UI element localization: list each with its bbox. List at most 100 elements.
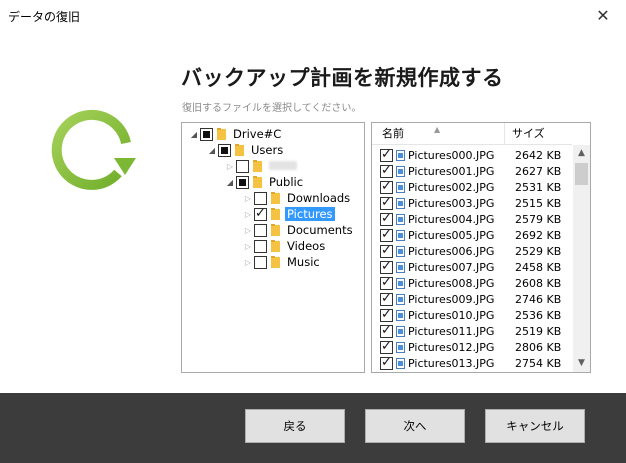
file-checkbox[interactable] xyxy=(380,147,393,162)
tree-item[interactable]: ◢ Users xyxy=(206,142,285,158)
file-checkbox[interactable] xyxy=(380,355,393,370)
file-checkbox[interactable] xyxy=(380,291,393,306)
file-size: 2536 KB xyxy=(515,308,562,322)
window-title: データの復旧 xyxy=(8,10,81,24)
tree-item[interactable]: ▷ xyxy=(224,158,299,174)
file-size: 2458 KB xyxy=(515,260,562,274)
file-row[interactable]: Pictures011.JPG 2519 KB xyxy=(372,323,572,339)
folder-icon xyxy=(271,192,281,204)
collapsed-arrow-icon[interactable]: ▷ xyxy=(224,162,236,171)
file-row[interactable]: Pictures003.JPG 2515 KB xyxy=(372,195,572,211)
file-size: 2519 KB xyxy=(515,324,562,338)
file-size: 2746 KB xyxy=(515,292,562,306)
file-row[interactable]: Pictures002.JPG 2531 KB xyxy=(372,179,572,195)
file-size: 2515 KB xyxy=(515,196,562,210)
file-list[interactable]: ▲ 名前 サイズ Pictures000.JPG2642 KBPictures0… xyxy=(371,122,591,373)
file-row[interactable]: Pictures013.JPG 2754 KB xyxy=(372,355,572,371)
tree-item[interactable]: ▷ Pictures xyxy=(242,206,335,222)
file-row[interactable]: Pictures001.JPG 2627 KB xyxy=(372,163,572,179)
file-checkbox[interactable] xyxy=(380,307,393,322)
file-checkbox[interactable] xyxy=(380,163,393,178)
file-name: Pictures004.JPG xyxy=(408,212,495,226)
tree-item[interactable]: ▷ Downloads xyxy=(242,190,352,206)
file-size: 2529 KB xyxy=(515,244,562,258)
file-size: 2608 KB xyxy=(515,276,562,290)
image-file-icon xyxy=(396,197,405,209)
collapsed-arrow-icon[interactable]: ▷ xyxy=(242,258,254,267)
column-header-name[interactable]: ▲ 名前 xyxy=(372,123,505,145)
tree-checkbox[interactable] xyxy=(254,206,267,221)
tree-item-label: Music xyxy=(287,255,320,269)
tree-item-label: Pictures xyxy=(285,207,335,221)
expanded-arrow-icon[interactable]: ◢ xyxy=(206,146,218,155)
folder-tree[interactable]: ◢ Drive#C ◢ Users ▷ ◢ Public ▷ Downloads ▷ Picture… xyxy=(181,122,365,373)
column-size-label: サイズ xyxy=(512,127,545,140)
file-row[interactable]: Pictures004.JPG 2579 KB xyxy=(372,211,572,227)
tree-item[interactable]: ◢ Drive#C xyxy=(188,126,283,142)
tree-checkbox[interactable] xyxy=(254,223,267,237)
file-checkbox[interactable] xyxy=(380,195,393,210)
tree-checkbox[interactable] xyxy=(254,239,267,253)
image-file-icon xyxy=(396,165,405,177)
tree-checkbox[interactable] xyxy=(236,159,249,173)
file-row[interactable]: Pictures000.JPG 2642 KB xyxy=(372,147,572,163)
tree-checkbox[interactable] xyxy=(254,255,267,269)
file-checkbox[interactable] xyxy=(380,243,393,258)
file-checkbox[interactable] xyxy=(380,323,393,338)
file-checkbox[interactable] xyxy=(380,339,393,354)
tree-item-label: Videos xyxy=(287,239,326,253)
file-row[interactable]: Pictures005.JPG 2692 KB xyxy=(372,227,572,243)
file-row[interactable]: Pictures009.JPG 2746 KB xyxy=(372,291,572,307)
scroll-up-icon[interactable]: ▲ xyxy=(573,145,590,162)
page-subtitle: 復旧するファイルを選択してください。 xyxy=(182,103,362,114)
column-header-size[interactable]: サイズ xyxy=(505,123,572,144)
tree-checkbox[interactable] xyxy=(254,191,267,205)
file-name: Pictures003.JPG xyxy=(408,196,495,210)
tree-item-label: Users xyxy=(251,143,284,157)
folder-icon xyxy=(271,256,281,268)
image-file-icon xyxy=(396,245,405,257)
close-icon[interactable]: ✕ xyxy=(580,0,626,31)
file-size: 2754 KB xyxy=(515,356,562,370)
back-button[interactable]: 戻る xyxy=(245,409,345,443)
file-row[interactable]: Pictures008.JPG 2608 KB xyxy=(372,275,572,291)
footer-bar: 戻る 次へ キャンセル xyxy=(0,393,626,463)
file-size: 2642 KB xyxy=(515,148,562,162)
collapsed-arrow-icon[interactable]: ▷ xyxy=(242,210,254,219)
file-row[interactable]: Pictures007.JPG 2458 KB xyxy=(372,259,572,275)
file-checkbox[interactable] xyxy=(380,259,393,274)
tree-item[interactable]: ▷ Music xyxy=(242,254,322,270)
cancel-button[interactable]: キャンセル xyxy=(485,409,585,443)
next-button[interactable]: 次へ xyxy=(365,409,465,443)
tree-item-label: Documents xyxy=(287,223,353,237)
sort-ascending-icon: ▲ xyxy=(434,125,441,134)
file-row[interactable]: Pictures012.JPG 2806 KB xyxy=(372,339,572,355)
scrollbar-thumb[interactable] xyxy=(575,163,588,185)
tree-checkbox[interactable] xyxy=(200,127,213,141)
expanded-arrow-icon[interactable]: ◢ xyxy=(188,130,200,139)
file-name: Pictures009.JPG xyxy=(408,292,495,306)
collapsed-arrow-icon[interactable]: ▷ xyxy=(242,242,254,251)
folder-icon xyxy=(271,224,281,236)
file-row[interactable]: Pictures006.JPG 2529 KB xyxy=(372,243,572,259)
file-checkbox[interactable] xyxy=(380,179,393,194)
tree-checkbox[interactable] xyxy=(236,175,249,189)
expanded-arrow-icon[interactable]: ◢ xyxy=(224,178,236,187)
scroll-down-icon[interactable]: ▼ xyxy=(573,355,590,372)
file-checkbox[interactable] xyxy=(380,275,393,290)
file-size: 2627 KB xyxy=(515,164,562,178)
tree-item[interactable]: ▷ Documents xyxy=(242,222,355,238)
file-checkbox[interactable] xyxy=(380,227,393,242)
tree-checkbox[interactable] xyxy=(218,143,231,157)
file-name: Pictures007.JPG xyxy=(408,260,495,274)
tree-item[interactable]: ◢ Public xyxy=(224,174,305,190)
column-name-label: 名前 xyxy=(382,127,404,140)
file-name: Pictures001.JPG xyxy=(408,164,495,178)
tree-item[interactable]: ▷ Videos xyxy=(242,238,327,254)
collapsed-arrow-icon[interactable]: ▷ xyxy=(242,194,254,203)
file-row[interactable]: Pictures010.JPG 2536 KB xyxy=(372,307,572,323)
vertical-scrollbar[interactable]: ▲ ▼ xyxy=(573,145,590,372)
file-checkbox[interactable] xyxy=(380,211,393,226)
folder-icon xyxy=(253,160,263,172)
collapsed-arrow-icon[interactable]: ▷ xyxy=(242,226,254,235)
